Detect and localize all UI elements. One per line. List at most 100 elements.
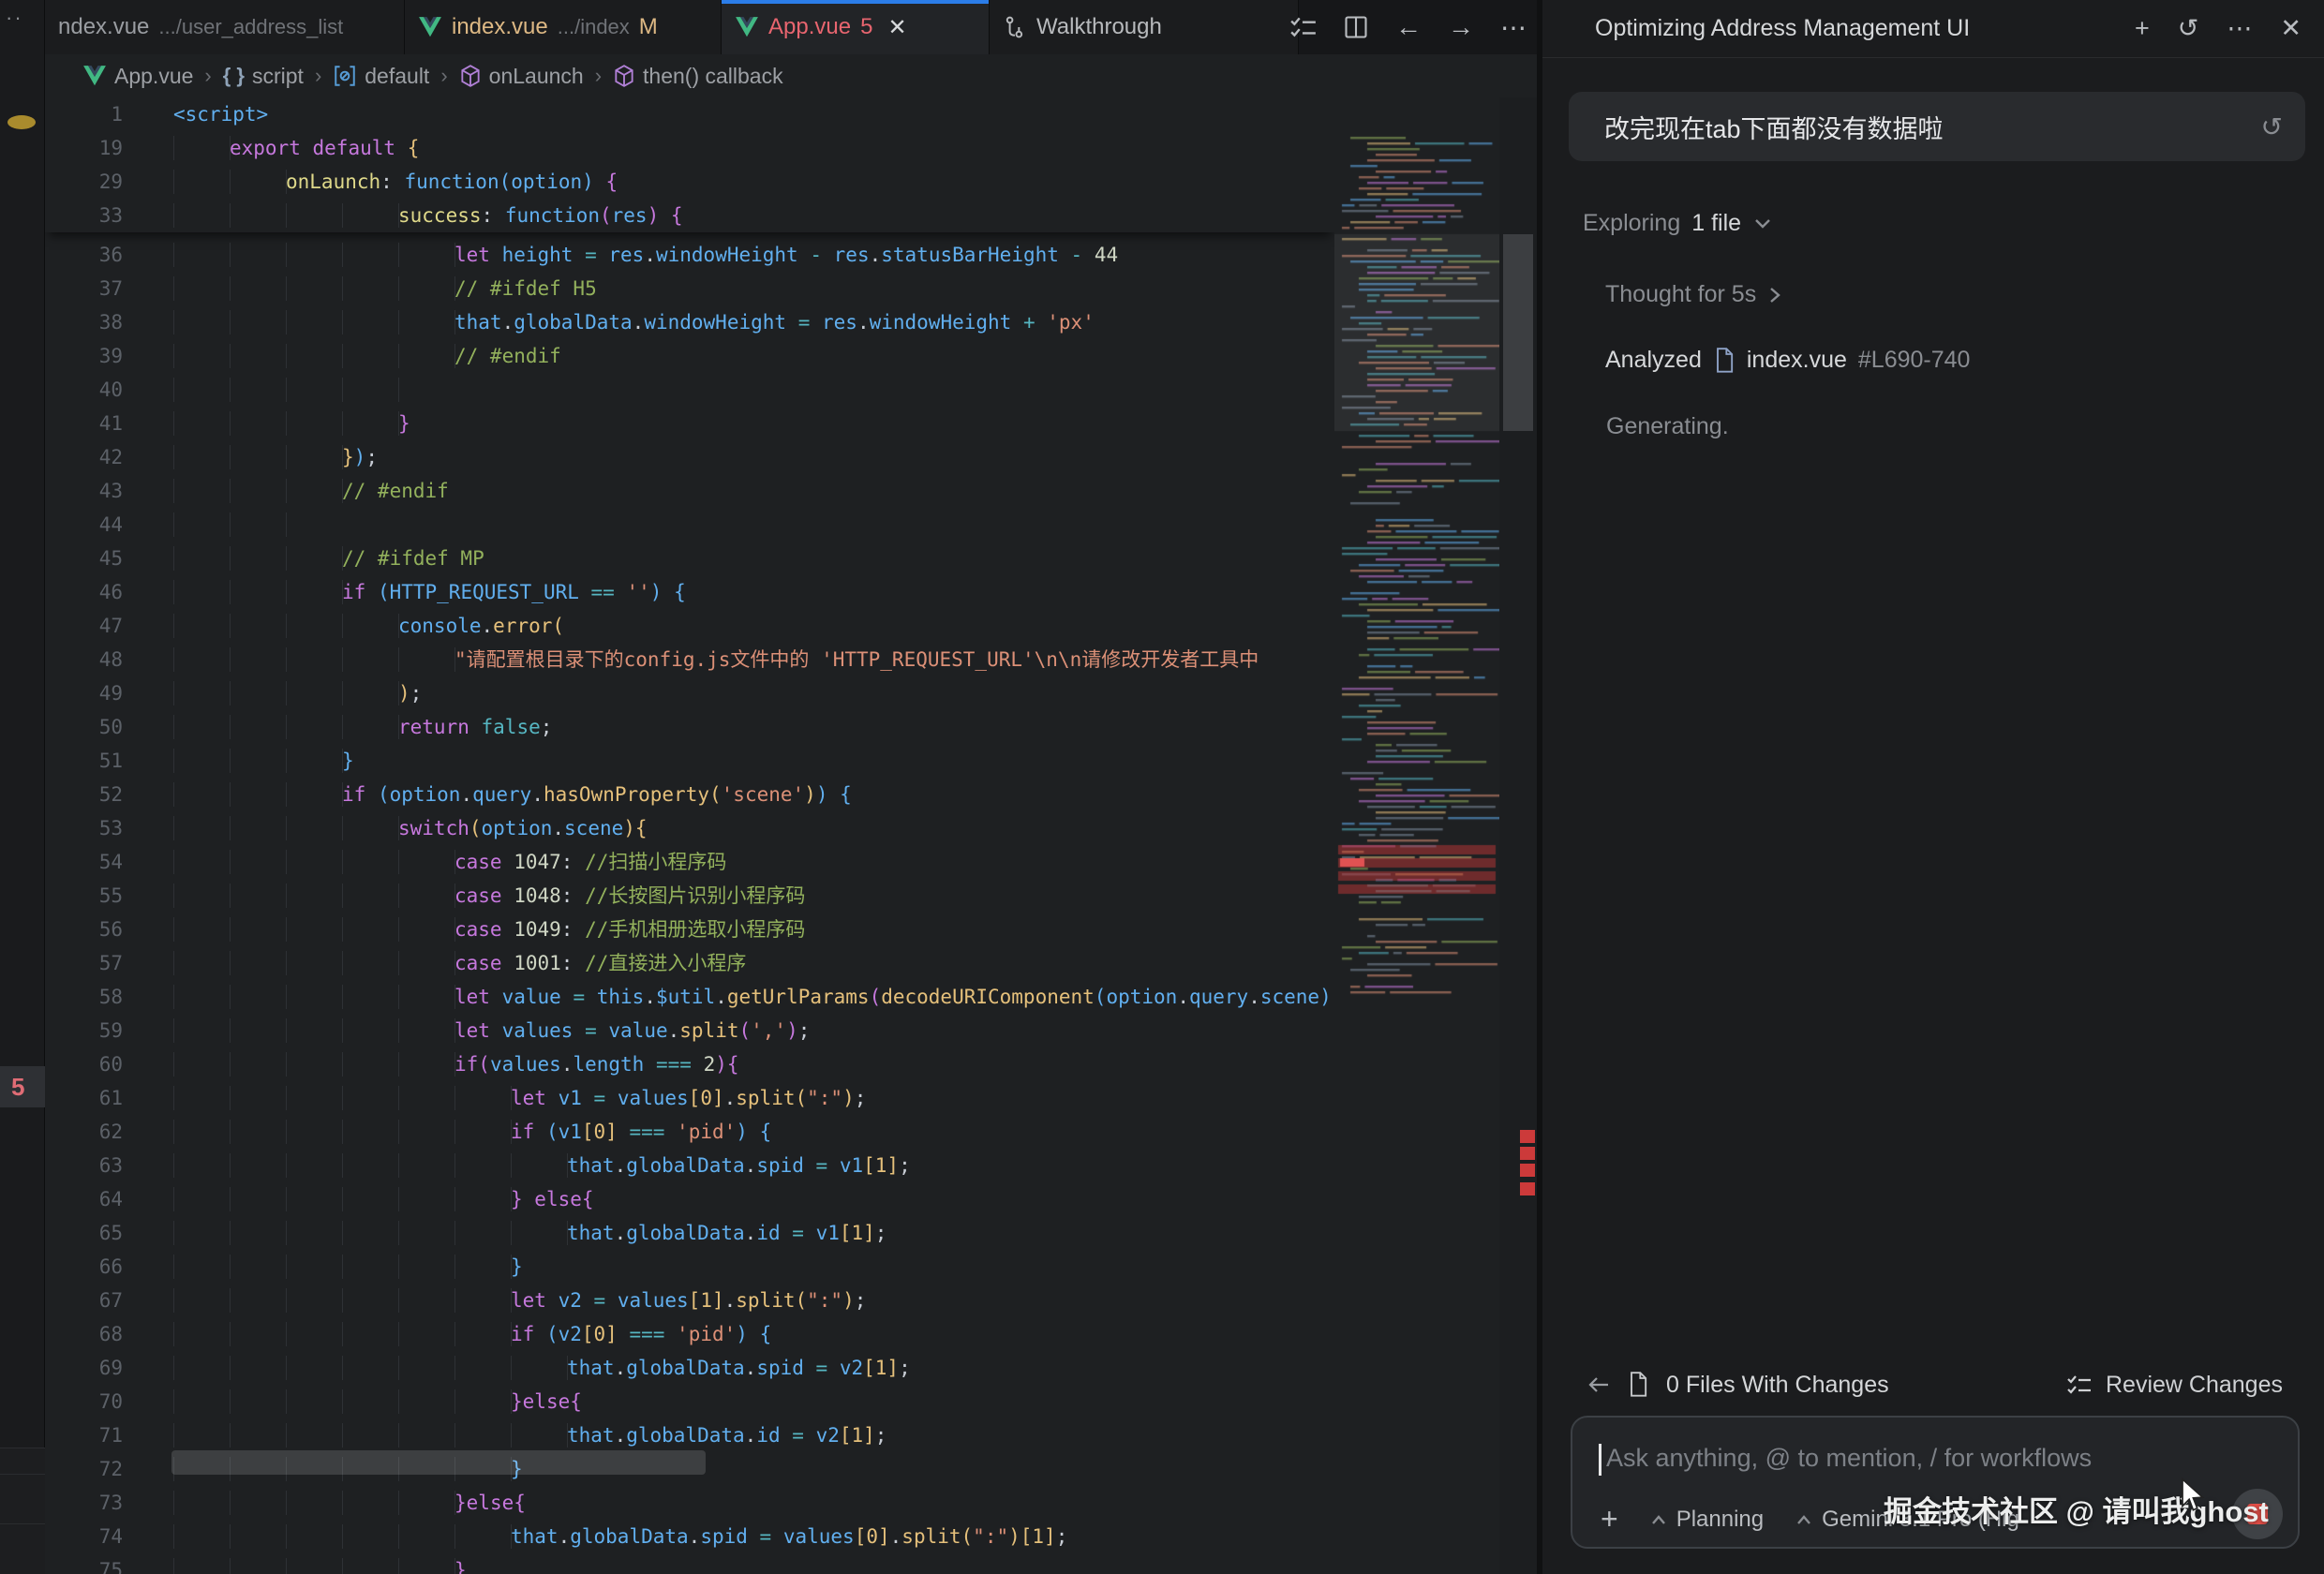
strip-row[interactable] <box>0 1523 45 1574</box>
strip-row[interactable] <box>0 1474 45 1523</box>
code-line-57[interactable]: 57case 1001: //直接进入小程序 <box>45 946 1334 980</box>
checklist-icon[interactable] <box>1289 13 1318 41</box>
breadcrumb[interactable]: App.vue›{ }script›default›onLaunch›then(… <box>45 54 1537 97</box>
code-line-54[interactable]: 54case 1047: //扫描小程序码 <box>45 845 1334 879</box>
breadcrumb-item[interactable]: onLaunch <box>459 64 584 89</box>
tab-ndex-vue[interactable]: ndex.vue.../user_address_list <box>45 0 405 54</box>
vertical-scrollbar-thumb[interactable] <box>1503 234 1533 431</box>
code-line-38[interactable]: 38that.globalData.windowHeight = res.win… <box>45 305 1334 339</box>
code-editor[interactable]: 1<script>19export default {29onLaunch: f… <box>45 97 1334 1574</box>
code-line-52[interactable]: 52if (option.query.hasOwnProperty('scene… <box>45 778 1334 811</box>
file-icon <box>1627 1372 1649 1398</box>
code-line-51[interactable]: 51} <box>45 744 1334 778</box>
code-line-49[interactable]: 49); <box>45 676 1334 710</box>
code-line-41[interactable]: 41} <box>45 407 1334 440</box>
code-line-58[interactable]: 58let value = this.$util.getUrlParams(de… <box>45 980 1334 1014</box>
line-number: 41 <box>45 407 125 440</box>
tab-walkthrough[interactable]: Walkthrough <box>990 0 1299 54</box>
code-line-19[interactable]: 19export default { <box>45 131 1334 165</box>
breadcrumb-item[interactable]: then() callback <box>613 64 783 89</box>
breadcrumb-item[interactable]: App.vue <box>82 64 193 89</box>
line-number: 54 <box>45 845 125 879</box>
code-line-40[interactable]: 40 <box>45 373 1334 407</box>
code-text: // #endif <box>173 339 561 373</box>
code-line-69[interactable]: 69that.globalData.spid = v2[1]; <box>45 1351 1334 1385</box>
line-number: 67 <box>45 1284 125 1317</box>
vertical-scrollbar[interactable] <box>1499 97 1537 1574</box>
code-line-75[interactable]: 75} <box>45 1553 1334 1574</box>
code-line-61[interactable]: 61let v1 = values[0].split(":"); <box>45 1081 1334 1115</box>
code-line-46[interactable]: 46if (HTTP_REQUEST_URL == '') { <box>45 575 1334 609</box>
arrow-right-icon[interactable]: → <box>1447 13 1475 41</box>
code-line-55[interactable]: 55case 1048: //长按图片识别小程序码 <box>45 879 1334 913</box>
strip-row[interactable] <box>0 1448 45 1474</box>
line-number: 39 <box>45 339 125 373</box>
tab-index-vue[interactable]: index.vue.../indexM <box>405 0 722 54</box>
line-number: 1 <box>45 97 125 131</box>
minimap[interactable] <box>1334 97 1499 1574</box>
model-selector[interactable]: Gemini 3.1 Pro (Hig <box>1795 1507 2019 1533</box>
code-line-60[interactable]: 60if(values.length === 2){ <box>45 1047 1334 1081</box>
code-line-53[interactable]: 53switch(option.scene){ <box>45 811 1334 845</box>
code-line-29[interactable]: 29onLaunch: function(option) { <box>45 165 1334 199</box>
code-line-43[interactable]: 43// #endif <box>45 474 1334 508</box>
breadcrumb-separator: › <box>315 64 321 88</box>
code-line-42[interactable]: 42}); <box>45 440 1334 474</box>
stop-generation-button[interactable] <box>2232 1489 2283 1539</box>
code-line-39[interactable]: 39 // #endif <box>45 339 1334 373</box>
split-editor-icon[interactable] <box>1342 13 1370 41</box>
code-line-48[interactable]: 48"请配置根目录下的config.js文件中的 'HTTP_REQUEST_U… <box>45 643 1334 676</box>
code-line-74[interactable]: 74that.globalData.spid = values[0].split… <box>45 1520 1334 1553</box>
code-line-71[interactable]: 71that.globalData.id = v2[1]; <box>45 1418 1334 1452</box>
more-ellipsis-icon[interactable]: ⋯ <box>2227 14 2252 43</box>
thought-step[interactable]: Thought for 5s <box>1605 281 1782 308</box>
line-number: 45 <box>45 542 125 575</box>
arrow-left-icon[interactable] <box>1587 1374 1610 1395</box>
horizontal-scrollbar-thumb[interactable] <box>171 1450 706 1475</box>
code-line-56[interactable]: 56case 1049: //手机相册选取小程序码 <box>45 913 1334 946</box>
code-line-37[interactable]: 37// #ifdef H5 <box>45 272 1334 305</box>
review-changes-button[interactable]: Review Changes <box>2066 1372 2283 1399</box>
line-number: 72 <box>45 1452 125 1486</box>
code-line-50[interactable]: 50return false; <box>45 710 1334 744</box>
chevron-down-icon <box>1752 217 1773 230</box>
close-icon[interactable]: ✕ <box>887 14 906 41</box>
code-line-44[interactable]: 44 <box>45 508 1334 542</box>
overflow-dots-icon[interactable]: ·· <box>6 6 23 30</box>
line-number: 43 <box>45 474 125 508</box>
breadcrumb-item[interactable]: { }script <box>223 64 304 89</box>
code-line-47[interactable]: 47console.error( <box>45 609 1334 643</box>
mode-selector[interactable]: Planning <box>1650 1507 1764 1533</box>
code-line-66[interactable]: 66} <box>45 1250 1334 1284</box>
line-number: 64 <box>45 1182 125 1216</box>
code-line-70[interactable]: 70}else{ <box>45 1385 1334 1418</box>
tab-app-vue[interactable]: App.vue5✕ <box>722 0 990 54</box>
code-line-73[interactable]: 73}else{ <box>45 1486 1334 1520</box>
code-line-65[interactable]: 65that.globalData.id = v1[1]; <box>45 1216 1334 1250</box>
breadcrumb-item[interactable]: default <box>333 64 429 89</box>
analyzed-step[interactable]: Analyzed index.vue #L690-740 <box>1605 347 1970 374</box>
code-line-59[interactable]: 59let values = value.split(','); <box>45 1014 1334 1047</box>
code-line-36[interactable]: 36let height = res.windowHeight - res.st… <box>45 238 1334 272</box>
new-chat-icon[interactable]: + <box>2135 14 2150 43</box>
arrow-left-icon[interactable]: ← <box>1394 13 1423 41</box>
editor-actions: ← → ⋯ <box>1289 0 1527 54</box>
code-line-62[interactable]: 62if (v1[0] === 'pid') { <box>45 1115 1334 1149</box>
code-line-68[interactable]: 68if (v2[0] === 'pid') { <box>45 1317 1334 1351</box>
restore-checkpoint-icon[interactable]: ↺ <box>2261 111 2283 142</box>
code-line-64[interactable]: 64} else{ <box>45 1182 1334 1216</box>
code-line-1[interactable]: 1<script> <box>45 97 1334 131</box>
code-line-45[interactable]: 45// #ifdef MP <box>45 542 1334 575</box>
code-line-67[interactable]: 67let v2 = values[1].split(":"); <box>45 1284 1334 1317</box>
add-context-button[interactable]: + <box>1601 1502 1618 1537</box>
code-line-63[interactable]: 63that.globalData.spid = v1[1]; <box>45 1149 1334 1182</box>
history-icon[interactable]: ↺ <box>2178 14 2199 43</box>
close-icon[interactable]: ✕ <box>2280 14 2302 43</box>
analyzed-file[interactable]: index.vue <box>1747 347 1847 374</box>
exploring-step[interactable]: Exploring 1 file <box>1583 210 1773 237</box>
code-text: } <box>173 407 410 440</box>
code-line-33[interactable]: 33success: function(res) { <box>45 199 1334 232</box>
code-text: that.globalData.id = v1[1]; <box>173 1216 886 1250</box>
error-count-badge[interactable]: 5 <box>0 1066 45 1107</box>
more-ellipsis-icon[interactable]: ⋯ <box>1499 13 1527 41</box>
